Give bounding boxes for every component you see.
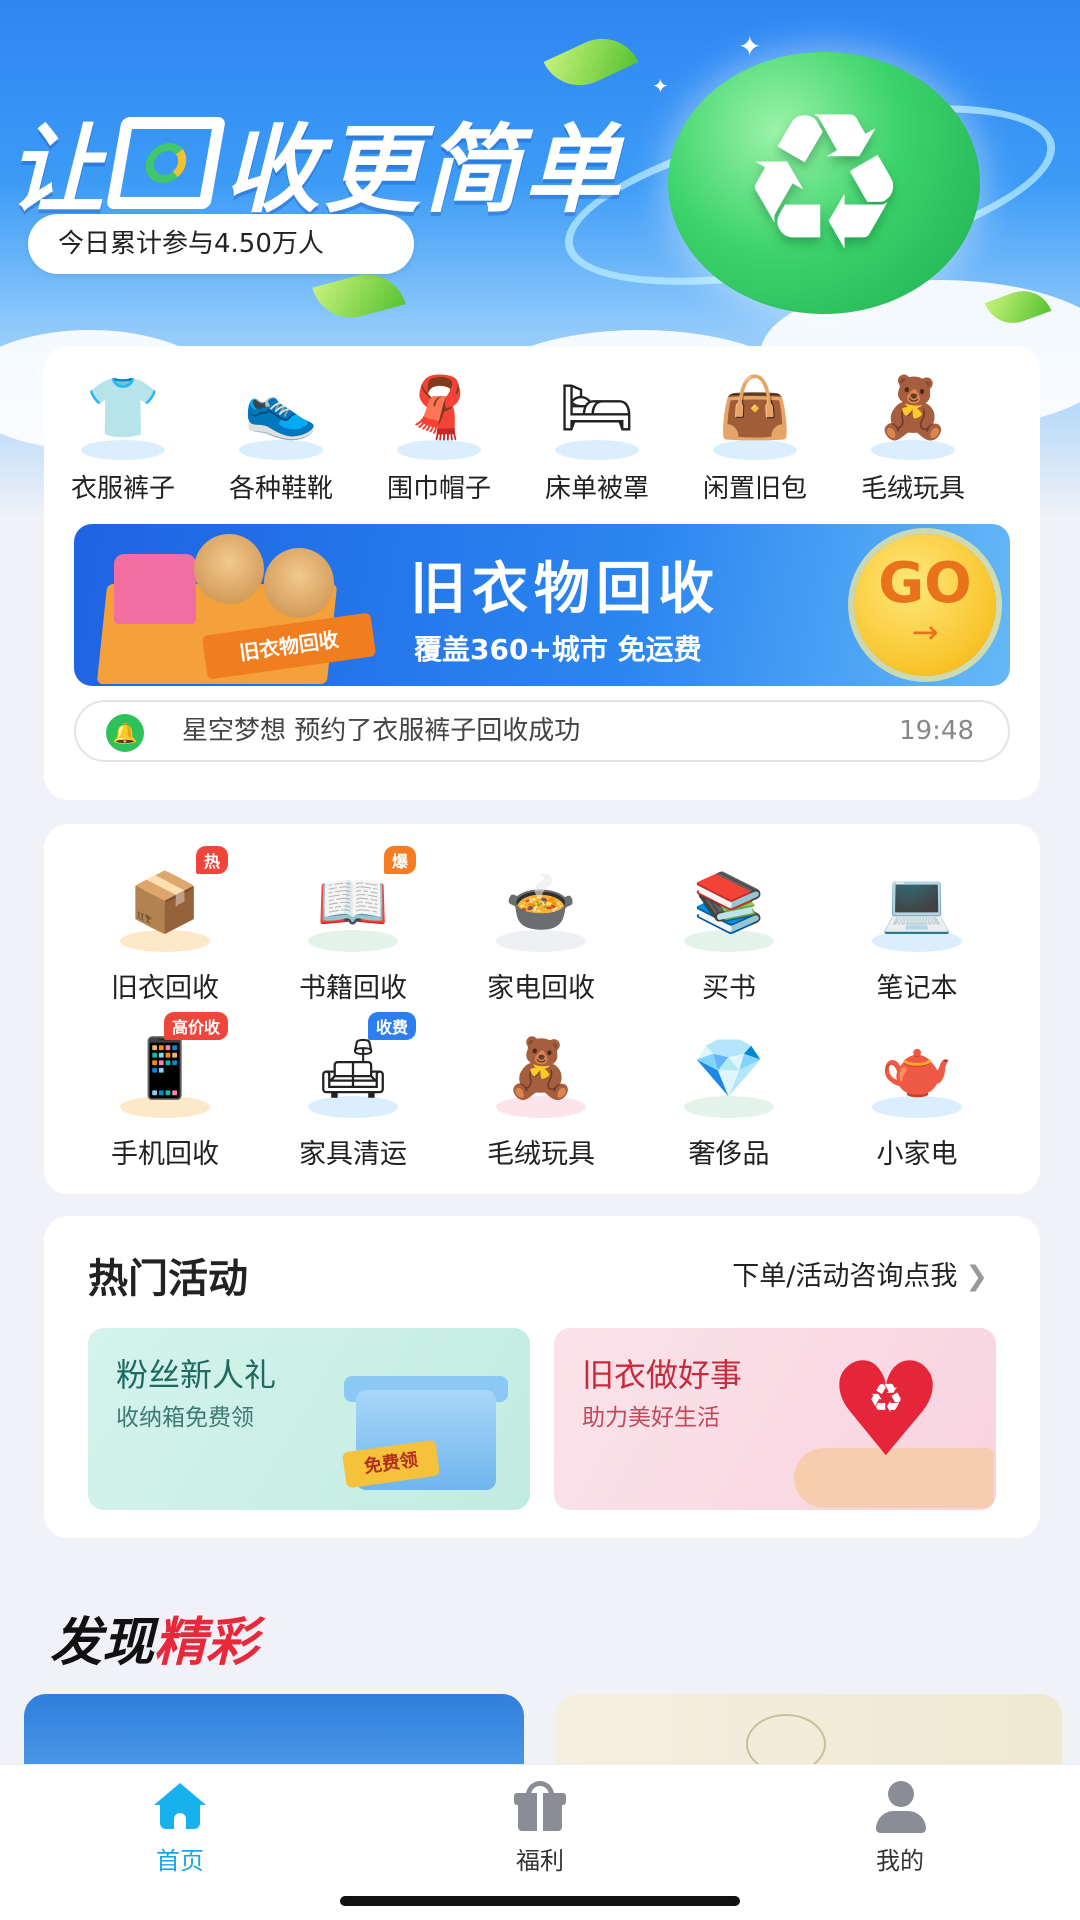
banner-title: 旧衣物回收 — [410, 557, 720, 622]
books-star-icon: 📚 — [692, 868, 766, 936]
promo-good-deed[interactable]: 旧衣做好事 助力美好生活 ♥ ♻ — [554, 1328, 996, 1510]
arrow-right-icon: → — [911, 613, 939, 651]
clothes-box-icon: 📦 — [128, 868, 202, 936]
teddy-bear-icon: 🧸 — [504, 1034, 578, 1102]
recycle-box-char-icon — [105, 117, 227, 209]
sparkle-icon: ✦ — [738, 30, 762, 63]
diamond-icon: 💎 — [692, 1034, 766, 1102]
laptop-icon: 💻 — [880, 868, 954, 936]
recycle-icon: ♻ — [738, 72, 910, 293]
discover-title: 发现精彩 — [50, 1613, 259, 1673]
bag-icon: 👜 — [717, 373, 793, 443]
sneaker-icon: 👟 — [243, 373, 319, 443]
service-item-furniture[interactable]: 🛋 收费 家具清运 — [258, 1012, 448, 1171]
activity-notice-bar[interactable]: 🔔 星空梦想 预约了衣服裤子回收成功 19:48 — [74, 700, 1010, 762]
category-card: 👕 衣服裤子 👟 各种鞋靴 🧣 围巾帽子 🛏 床单被罩 👜 闲置旧包 🧸 毛绒玩… — [44, 346, 1040, 800]
service-grid-card: 📦 热 旧衣回收 📖 爆 书籍回收 🍲 家电回收 📚 买书 💻 笔记本 📱 高价… — [44, 824, 1040, 1194]
tab-mine[interactable]: 我的 — [800, 1781, 1000, 1876]
teddy-bear-illustration — [264, 548, 334, 618]
tab-home[interactable]: 首页 — [80, 1781, 280, 1876]
category-item-plush[interactable]: 🧸 毛绒玩具 — [834, 356, 992, 505]
category-row: 👕 衣服裤子 👟 各种鞋靴 🧣 围巾帽子 🛏 床单被罩 👜 闲置旧包 🧸 毛绒玩… — [44, 346, 1040, 516]
tab-welfare[interactable]: 福利 — [440, 1781, 640, 1876]
shirt-illustration — [114, 554, 196, 624]
service-item-small-appliances[interactable]: 🫖 小家电 — [822, 1018, 1012, 1171]
chevron-right-icon: ❯ — [965, 1261, 988, 1292]
service-item-luxury[interactable]: 💎 奢侈品 — [634, 1018, 824, 1171]
service-item-plush[interactable]: 🧸 毛绒玩具 — [446, 1018, 636, 1171]
furniture-icon: 🛋 — [316, 1034, 390, 1102]
recycle-icon: ♻ — [868, 1376, 904, 1422]
go-button[interactable]: GO → — [854, 534, 996, 676]
consult-link[interactable]: 下单/活动咨询点我 ❯ — [732, 1254, 988, 1293]
hero-title: 让收更简单 — [8, 114, 624, 226]
gift-icon — [510, 1781, 570, 1835]
section-title: 热门活动 — [88, 1256, 248, 1302]
category-item-clothes[interactable]: 👕 衣服裤子 — [44, 356, 202, 505]
kettle-icon: 🫖 — [880, 1034, 954, 1102]
tshirt-icon: 👕 — [85, 373, 161, 443]
leaf-decoration — [312, 265, 406, 327]
banner-subtitle: 覆盖360+城市 免运费 — [414, 633, 702, 666]
home-indicator — [340, 1896, 740, 1906]
hot-activities-card: 热门活动 下单/活动咨询点我 ❯ 粉丝新人礼 收纳箱免费领 免费领 旧衣做好事 助… — [44, 1216, 1040, 1538]
home-icon — [150, 1781, 210, 1835]
boom-badge: 爆 — [383, 846, 416, 874]
teddy-bear-illustration — [194, 534, 264, 604]
rice-cooker-icon: 🍲 — [504, 868, 578, 936]
open-book-icon: 📖 — [316, 868, 390, 936]
teddy-bear-icon: 🧸 — [875, 373, 951, 443]
participant-count-pill: 今日累计参与4.50万人 — [28, 214, 414, 274]
service-item-books[interactable]: 📖 爆 书籍回收 — [258, 846, 448, 1005]
promo-new-fan-gift[interactable]: 粉丝新人礼 收纳箱免费领 免费领 — [88, 1328, 530, 1510]
category-item-shoes[interactable]: 👟 各种鞋靴 — [202, 356, 360, 505]
notice-text: 星空梦想 预约了衣服裤子回收成功 — [182, 716, 581, 746]
service-item-phone[interactable]: 📱 高价收 手机回收 — [70, 1012, 260, 1171]
service-item-appliances[interactable]: 🍲 家电回收 — [446, 852, 636, 1005]
scarf-icon: 🧣 — [401, 373, 477, 443]
high-price-badge: 高价收 — [163, 1012, 228, 1040]
service-item-old-clothes[interactable]: 📦 热 旧衣回收 — [70, 846, 260, 1005]
category-item-bedding[interactable]: 🛏 床单被罩 — [518, 356, 676, 505]
category-item-bags[interactable]: 👜 闲置旧包 — [676, 356, 834, 505]
service-item-laptop[interactable]: 💻 笔记本 — [822, 852, 1012, 1005]
service-item-buy-books[interactable]: 📚 买书 — [634, 852, 824, 1005]
category-item-scarf[interactable]: 🧣 围巾帽子 — [360, 356, 518, 505]
hot-badge: 热 — [195, 846, 228, 874]
sparkle-icon: ✦ — [652, 74, 669, 98]
leaf-decoration — [543, 25, 639, 99]
notice-time: 19:48 — [899, 716, 974, 746]
bed-icon: 🛏 — [558, 373, 636, 443]
phone-box-icon: 📱 — [128, 1034, 202, 1102]
bell-icon: 🔔 — [106, 714, 144, 752]
fee-badge: 收费 — [367, 1012, 416, 1040]
user-icon — [870, 1781, 930, 1835]
clothes-recycle-banner[interactable]: 旧衣物回收 旧衣物回收 覆盖360+城市 免运费 GO → — [74, 524, 1010, 686]
